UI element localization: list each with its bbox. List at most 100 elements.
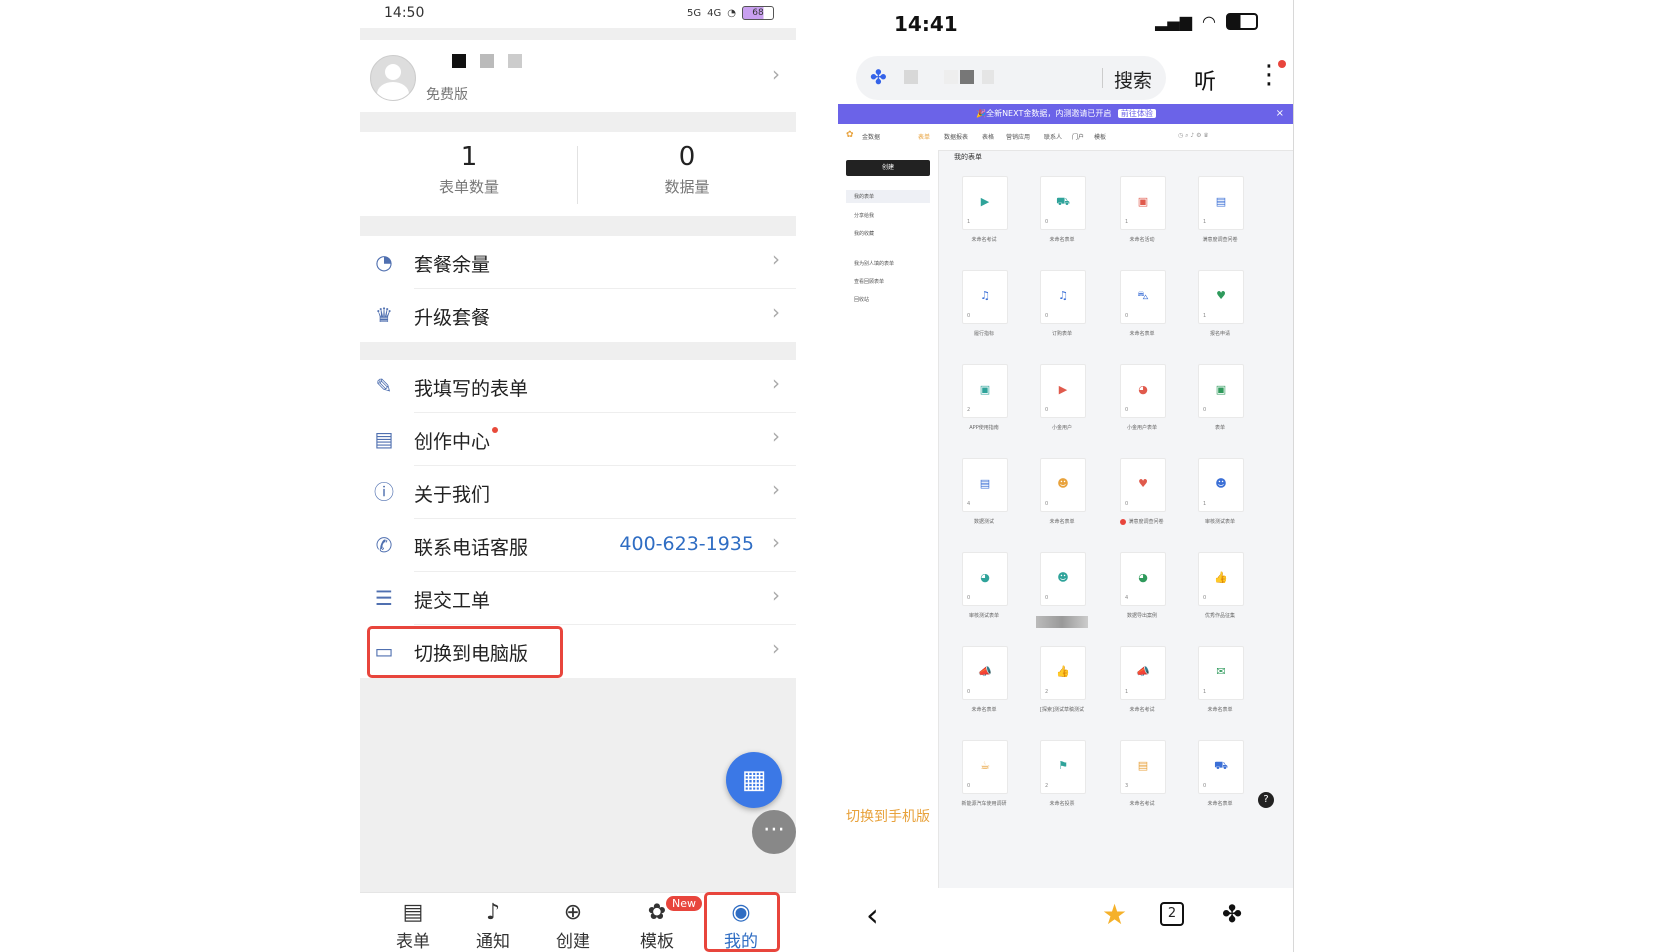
form-card[interactable]: ☕ 0 <box>962 740 1008 794</box>
form-card[interactable]: 👍 2 <box>1040 646 1086 700</box>
tab-create[interactable]: ⊕ 创建 <box>538 899 608 952</box>
brand-name[interactable]: 金数据 <box>862 132 880 141</box>
nav-marketing[interactable]: 营销应用 <box>1006 132 1030 141</box>
form-card-title[interactable]: 表单 <box>1185 424 1255 431</box>
form-card-title[interactable]: 未命名表单 <box>1027 518 1097 525</box>
menu-item-creation-center[interactable]: ▤ 创作中心 › <box>360 413 796 466</box>
form-card[interactable]: ☻ 0 <box>1040 552 1086 606</box>
menu-item-package-balance[interactable]: ◔ 套餐余量 › <box>360 236 796 289</box>
form-card-title[interactable]: 未命名表单 <box>1107 330 1177 337</box>
form-card-title[interactable]: 未命名活动 <box>1107 236 1177 243</box>
form-card[interactable]: ⚑ 2 <box>1040 740 1086 794</box>
sidebar-item-favorites[interactable]: 我的收藏 <box>854 230 874 237</box>
stat-data-count[interactable]: 0 数据量 <box>578 142 796 197</box>
sidebar-item-filled-for-others[interactable]: 我为别人填的表单 <box>854 260 894 267</box>
form-card[interactable]: ◕ 4 <box>1120 552 1166 606</box>
grid-menu-button[interactable]: ▦ <box>726 752 782 808</box>
menu-item-submit-ticket[interactable]: ☰ 提交工单 › <box>360 572 796 625</box>
form-card-title[interactable]: APP使用指南 <box>949 424 1019 431</box>
form-card[interactable]: ▤ 4 <box>962 458 1008 512</box>
form-card[interactable]: ▣ 2 <box>962 364 1008 418</box>
back-icon[interactable]: ‹ <box>866 896 879 934</box>
form-card-title[interactable]: 未命名考试 <box>1107 800 1177 807</box>
address-bar[interactable]: ✤ 搜索 <box>856 56 1166 100</box>
search-button[interactable]: 搜索 <box>1114 66 1152 93</box>
form-card[interactable]: ☻ 1 <box>1198 458 1244 512</box>
form-card[interactable]: ▶ 0 <box>1040 364 1086 418</box>
create-button[interactable]: 创建 <box>846 160 930 176</box>
form-card-title[interactable]: 审核测试表单 <box>1185 518 1255 525</box>
more-button[interactable]: ⋯ <box>752 810 796 854</box>
form-card-title[interactable]: 数据测试 <box>949 518 1019 525</box>
nav-reports[interactable]: 数据报表 <box>944 132 968 141</box>
sidebar-item-shared[interactable]: 分享给我 <box>854 212 874 219</box>
star-icon[interactable]: ★ <box>1102 898 1127 931</box>
sidebar-item-review[interactable]: 查看回顾表单 <box>854 278 884 285</box>
baidu-paw-icon[interactable]: ✤ <box>1222 900 1242 928</box>
form-card[interactable]: ▤ 3 <box>1120 740 1166 794</box>
form-card[interactable]: 📣 0 <box>962 646 1008 700</box>
form-card[interactable]: ☻ 0 <box>1040 458 1086 512</box>
sidebar-item-trash[interactable]: 回收站 <box>854 296 869 303</box>
form-card-title[interactable]: 小金用户表单 <box>1107 424 1177 431</box>
promo-banner[interactable]: 🎉全新NEXT金数据，内测邀请已开启 前往体验 × <box>838 104 1294 124</box>
form-card-title[interactable]: 未命名考试 <box>1107 706 1177 713</box>
form-card[interactable]: ♫ 0 <box>1040 270 1086 324</box>
form-card[interactable]: ♫ 0 <box>962 270 1008 324</box>
form-card-title[interactable]: 满意度调查问卷 <box>1185 236 1255 243</box>
form-card[interactable]: ♥ 0 <box>1120 458 1166 512</box>
sidebar-item-my-forms[interactable]: 我的表单 <box>846 190 930 203</box>
form-card-title[interactable]: [探索]测试草稿测试 <box>1027 706 1097 713</box>
nav-templates[interactable]: 模板 <box>1094 132 1106 141</box>
nav-contacts[interactable]: 联系人 <box>1044 132 1062 141</box>
tabs-count-button[interactable]: 2 <box>1160 902 1184 926</box>
form-card[interactable]: ▤ 1 <box>1198 176 1244 230</box>
form-card[interactable]: ⛍ 0 <box>1120 270 1166 324</box>
form-card-title[interactable]: 审核测试表单 <box>949 612 1019 619</box>
close-icon[interactable]: × <box>1276 104 1284 124</box>
nav-portal[interactable]: 门户 <box>1072 132 1084 141</box>
form-card[interactable]: 👍 0 <box>1198 552 1244 606</box>
form-card-title[interactable]: 未命名表单 <box>1185 706 1255 713</box>
form-card[interactable]: ▣ 0 <box>1198 364 1244 418</box>
nav-forms[interactable]: 表单 <box>918 132 930 141</box>
form-card[interactable]: ◕ 0 <box>962 552 1008 606</box>
switch-mobile-link[interactable]: 切换到手机版 <box>846 806 930 826</box>
form-card-title[interactable]: 未命名表单 <box>1027 236 1097 243</box>
menu-item-upgrade[interactable]: ♛ 升级套餐 › <box>360 289 796 342</box>
menu-item-about-us[interactable]: ⓘ 关于我们 › <box>360 466 796 519</box>
form-card-title[interactable]: 未命名投票 <box>1027 800 1097 807</box>
form-card-title[interactable]: 订购表单 <box>1027 330 1097 337</box>
profile-card[interactable]: 免费版 › <box>360 40 796 112</box>
stat-form-count[interactable]: 1 表单数量 <box>360 142 578 197</box>
nav-tables[interactable]: 表格 <box>982 132 994 141</box>
form-card-title[interactable]: 未命名考试 <box>949 236 1019 243</box>
form-card[interactable]: ✉ 1 <box>1198 646 1244 700</box>
help-button[interactable]: ? <box>1258 792 1274 808</box>
person-icon: ☻ <box>1215 477 1227 490</box>
support-phone-number[interactable]: 400-623-1935 <box>619 533 754 555</box>
form-card[interactable]: ♥ 1 <box>1198 270 1244 324</box>
form-card-title[interactable]: 未命名表单 <box>949 706 1019 713</box>
form-card[interactable]: ▶ 1 <box>962 176 1008 230</box>
form-card[interactable]: ◕ 0 <box>1120 364 1166 418</box>
form-card-title[interactable]: 未命名表单 <box>1185 800 1255 807</box>
form-card-title[interactable]: 优秀作品征集 <box>1185 612 1255 619</box>
form-card-title[interactable]: 小金用户 <box>1027 424 1097 431</box>
form-card-title[interactable]: 新能源汽车使用调研 <box>949 800 1019 807</box>
form-card[interactable]: 📣 1 <box>1120 646 1166 700</box>
tab-notifications[interactable]: ♪ 通知 <box>458 899 528 952</box>
form-card[interactable]: ▣ 1 <box>1120 176 1166 230</box>
tab-forms[interactable]: ▤ 表单 <box>378 899 448 952</box>
menu-item-phone-support[interactable]: ✆ 联系电话客服 400-623-1935 › <box>360 519 796 572</box>
form-card-title[interactable]: 履行指标 <box>949 330 1019 337</box>
listen-button[interactable]: 听 <box>1194 64 1216 96</box>
form-card-title[interactable]: 数据导出案例 <box>1107 612 1177 619</box>
form-card-title[interactable]: 报名申请 <box>1185 330 1255 337</box>
form-card[interactable]: ⛟ 0 <box>1040 176 1086 230</box>
menu-item-my-filled-forms[interactable]: ✎ 我填写的表单 › <box>360 360 796 413</box>
form-card-title[interactable]: 满意度调查问卷 <box>1107 518 1177 525</box>
form-card[interactable]: ⛟ 0 <box>1198 740 1244 794</box>
header-tool-icons[interactable]: ◷ ⌕ ♪ ⚙ ♛ <box>1178 132 1209 140</box>
banner-button[interactable]: 前往体验 <box>1117 109 1156 118</box>
